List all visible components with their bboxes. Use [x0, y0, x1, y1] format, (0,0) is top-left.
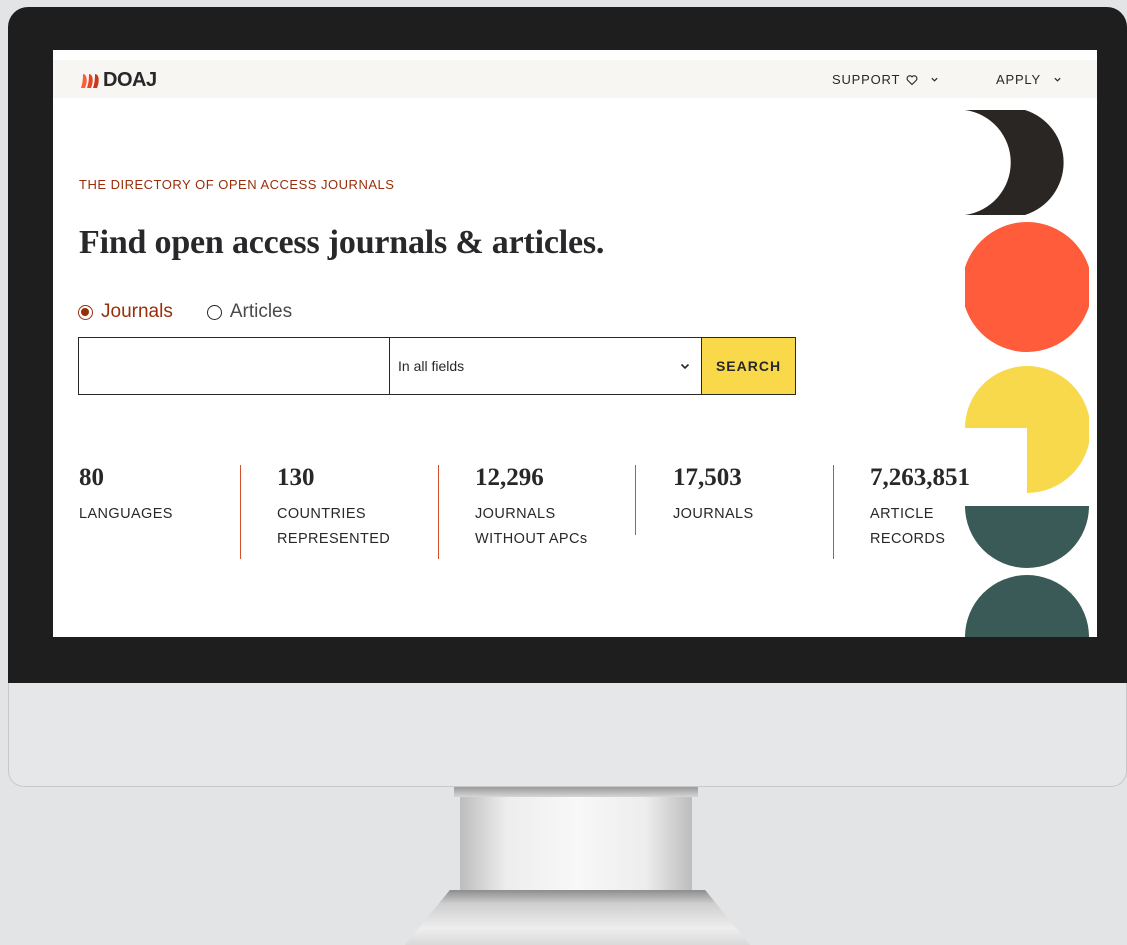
nav-apply-menu[interactable]: APPLY [996, 72, 1062, 87]
radio-journals-label: Journals [101, 301, 173, 322]
site-header: DOAJ SUPPORT APPLY [53, 60, 1097, 98]
yellow-quarter-shape [965, 366, 1089, 493]
monitor-stand-neck [454, 787, 698, 890]
search-button[interactable]: SEARCH [702, 338, 795, 394]
stat-journals: 17,503 JOURNALS [673, 465, 833, 527]
stat-number: 80 [79, 464, 104, 491]
stat-divider [833, 465, 834, 559]
monitor-chin [8, 683, 1127, 787]
stat-number: 130 [277, 464, 315, 491]
radio-unselected-icon [206, 304, 222, 320]
stat-number: 12,296 [475, 464, 544, 491]
radio-selected-icon [78, 304, 93, 320]
stat-label: LANGUAGES [79, 506, 173, 522]
search-type-radio-group: Journals Articles [78, 301, 292, 323]
decorative-shapes [965, 110, 1089, 637]
stat-divider [438, 465, 439, 559]
chevron-down-icon [680, 363, 690, 370]
nav-support-label: SUPPORT [832, 72, 901, 87]
doaj-logo-mark-icon [81, 73, 99, 88]
teal-semicircle-shape [965, 506, 1089, 568]
stat-label: JOURNALS [673, 506, 754, 522]
hero-eyebrow: THE DIRECTORY OF OPEN ACCESS JOURNALS [79, 177, 395, 192]
heart-icon [906, 74, 918, 85]
nav-apply-label: APPLY [996, 72, 1041, 87]
monitor-stand-base [405, 890, 750, 945]
screen: DOAJ SUPPORT APPLY THE DIRECTORY OF OPEN… [53, 50, 1097, 637]
search-field-select[interactable]: In all fields [390, 338, 702, 394]
nav-support-menu[interactable]: SUPPORT [832, 72, 939, 87]
black-half-circle-shape [965, 110, 1064, 215]
search-field-select-value: In all fields [398, 358, 465, 374]
logo-text: DOAJ [103, 69, 157, 91]
stat-divider [240, 465, 241, 559]
stat-divider [635, 465, 636, 535]
chevron-down-icon [1054, 77, 1061, 82]
radio-journals[interactable]: Journals [78, 301, 173, 323]
search-input[interactable] [79, 338, 390, 394]
stat-label: JOURNALS WITHOUT APCs [475, 506, 588, 547]
search-form: In all fields SEARCH [78, 337, 796, 395]
stat-label: COUNTRIES REPRESENTED [277, 506, 391, 547]
stat-countries: 130 COUNTRIES REPRESENTED [277, 465, 437, 552]
chevron-down-icon [931, 77, 938, 82]
home-logo-link[interactable]: DOAJ [80, 69, 157, 92]
radio-articles-label: Articles [229, 301, 293, 322]
stat-journals-without-apcs: 12,296 JOURNALS WITHOUT APCs [475, 465, 635, 552]
page-title: Find open access journals & articles. [79, 224, 605, 261]
stat-number: 17,503 [673, 464, 742, 491]
teal-dome-shape [965, 575, 1089, 637]
orange-circle-shape [965, 222, 1089, 352]
radio-articles[interactable]: Articles [206, 301, 293, 323]
stat-languages: 80 LANGUAGES [79, 465, 239, 527]
